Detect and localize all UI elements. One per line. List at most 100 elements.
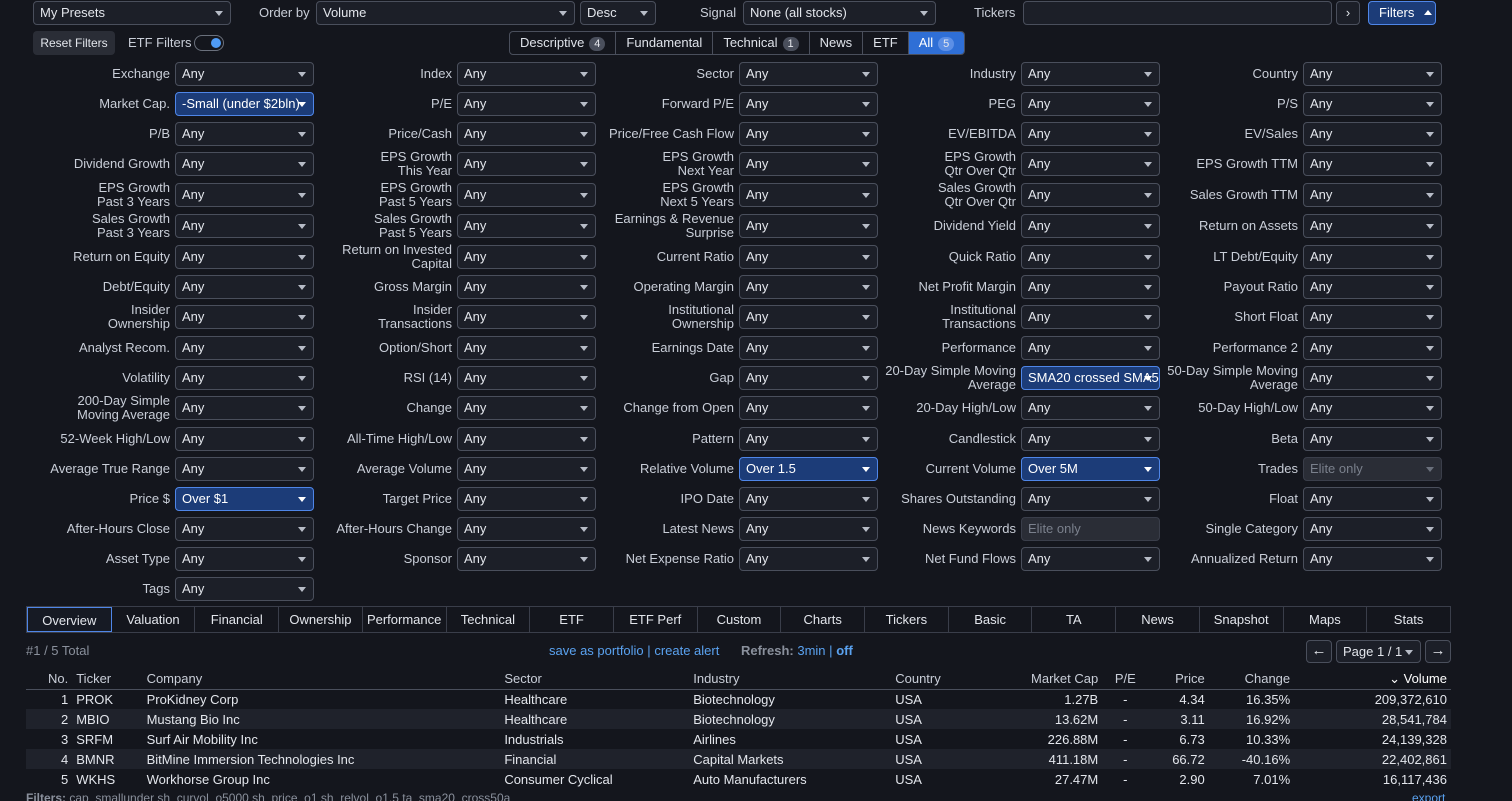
column-header-company[interactable]: Company (142, 669, 501, 690)
view-tab-snapshot[interactable]: Snapshot (1200, 607, 1284, 632)
view-tab-technical[interactable]: Technical (447, 607, 531, 632)
table-row[interactable]: 2 MBIO Mustang Bio Inc Healthcare Biotechnol… (26, 709, 1451, 729)
ticker-link[interactable]: WKHS (72, 769, 142, 789)
filter-label-gap: Gap (709, 370, 734, 385)
next-page-button[interactable]: → (1425, 640, 1451, 663)
table-row[interactable]: 4 BMNR BitMine Immersion Technologies Inc F… (26, 749, 1451, 769)
column-header-sector[interactable]: Sector (500, 669, 690, 690)
tickers-input[interactable] (1023, 1, 1332, 25)
order-direction-select[interactable]: Desc (580, 1, 656, 25)
filter-select-sales-growth-ttm[interactable]: Any (1303, 183, 1442, 207)
table-row[interactable]: 3 SRFM Surf Air Mobility Inc Industrials Air… (26, 729, 1451, 749)
column-header-price[interactable]: Price (1148, 669, 1209, 690)
filter-select-annualized-return[interactable]: Any (1303, 547, 1442, 571)
filter-label-dividend-yield: Dividend Yield (933, 218, 1016, 233)
column-header-label: Change (1244, 671, 1291, 687)
tab-label: ETF (873, 35, 898, 50)
tab-fundamental[interactable]: Fundamental (616, 32, 714, 54)
column-header-p-e[interactable]: P/E (1102, 669, 1149, 690)
page-select[interactable]: Page 1 / 1 (1336, 640, 1421, 663)
view-tab-valuation[interactable]: Valuation (112, 607, 196, 632)
sort-desc-icon: ⌄ (1389, 670, 1404, 686)
view-tab-tickers[interactable]: Tickers (865, 607, 949, 632)
view-tab-performance[interactable]: Performance (363, 607, 447, 632)
filter-select-short-float[interactable]: Any (1303, 305, 1442, 329)
view-tab-etf[interactable]: ETF (530, 607, 614, 632)
view-tab-etf-perf[interactable]: ETF Perf (614, 607, 698, 632)
filter-label-net-expense-ratio: Net Expense Ratio (625, 551, 734, 566)
presets-select[interactable]: My Presets (33, 1, 231, 25)
view-tab-ownership[interactable]: Ownership (279, 607, 363, 632)
view-tab-charts[interactable]: Charts (781, 607, 866, 632)
column-header-volume[interactable]: ⌄ Volume (1294, 669, 1451, 690)
prev-page-button[interactable]: ← (1306, 640, 1332, 663)
column-header-label: Volume (1403, 670, 1447, 686)
market-cap-cell: 226.88M (1047, 731, 1099, 747)
signal-select[interactable]: None (all stocks) (743, 1, 936, 25)
table-row[interactable]: 1 PROK ProKidney Corp Healthcare Biotechnolo… (26, 689, 1451, 709)
filter-label-float: Float (1269, 491, 1298, 506)
column-header-ticker[interactable]: Ticker (72, 669, 143, 690)
table-row[interactable]: 5 WKHS Workhorse Group Inc Consumer Cyclica… (26, 769, 1451, 789)
ticker-link[interactable]: BMNR (72, 749, 143, 769)
market-cap-cell: 27.47M (1054, 771, 1099, 787)
volume-cell: 28,541,784 (1294, 709, 1451, 729)
filter-select-50-day-simple-moving-average[interactable]: Any (1303, 366, 1442, 390)
filter-select-float[interactable]: Any (1303, 487, 1442, 511)
etf-filters-toggle[interactable] (194, 35, 224, 51)
filter-label-after-hours-close: After-Hours Close (66, 521, 170, 536)
create-alert-link[interactable]: create alert (654, 643, 719, 658)
filter-select-country[interactable]: Any (1303, 62, 1442, 86)
filter-select-lt-debt-equity[interactable]: Any (1303, 245, 1442, 269)
save-as-portfolio-link[interactable]: save as portfolio (549, 643, 644, 658)
filter-select-performance-2[interactable]: Any (1303, 336, 1442, 360)
view-tab-overview[interactable]: Overview (27, 607, 112, 632)
filter-label-relative-volume: Relative Volume (640, 461, 734, 476)
filter-select-ev-sales[interactable]: Any (1303, 122, 1442, 146)
tab-descriptive[interactable]: Descriptive 4 (510, 32, 617, 54)
filter-select-return-on-assets[interactable]: Any (1303, 214, 1442, 238)
filter-label-200-day-simple-moving-average: 200-Day Simple Moving Average (77, 393, 170, 422)
company-cell: Workhorse Group Inc (146, 771, 270, 787)
order-by-select[interactable]: Volume (316, 1, 575, 25)
filter-label-current-ratio: Current Ratio (656, 249, 734, 264)
view-tab-stats[interactable]: Stats (1367, 607, 1450, 632)
industry-cell: Capital Markets (689, 749, 892, 769)
ticker-link[interactable]: SRFM (72, 729, 142, 749)
ticker-link[interactable]: MBIO (72, 709, 143, 729)
view-tab-basic[interactable]: Basic (949, 607, 1033, 632)
filter-select-single-category[interactable]: Any (1303, 517, 1442, 541)
filters-toggle-button[interactable]: Filters (1368, 1, 1436, 25)
column-header-change[interactable]: Change (1208, 669, 1295, 690)
filter-select-50-day-high-low[interactable]: Any (1303, 396, 1442, 420)
column-header-industry[interactable]: Industry (689, 669, 892, 690)
view-tab-news[interactable]: News (1116, 607, 1200, 632)
reset-filters-button[interactable]: Reset Filters (33, 31, 115, 55)
view-tab-financial[interactable]: Financial (195, 607, 280, 632)
tab-all[interactable]: All 5 (908, 32, 965, 54)
tickers-go-button[interactable]: › (1336, 1, 1360, 25)
view-tab-maps[interactable]: Maps (1284, 607, 1368, 632)
filter-select-eps-growth-ttm[interactable]: Any (1303, 152, 1442, 176)
export-link[interactable]: export (1412, 791, 1445, 801)
tab-etf[interactable]: ETF (863, 32, 909, 54)
view-tab-ta[interactable]: TA (1032, 607, 1117, 632)
sector-cell: Industrials (504, 731, 564, 747)
separator: | (647, 643, 651, 658)
column-header-label: Sector (504, 671, 542, 687)
filter-select-p-s[interactable]: Any (1303, 92, 1442, 116)
column-header-country[interactable]: Country (891, 669, 1012, 690)
refresh-interval-link[interactable]: 3min (797, 643, 825, 658)
refresh-off-link[interactable]: off (836, 643, 853, 658)
tab-technical[interactable]: Technical 1 (713, 32, 810, 54)
view-tab-custom[interactable]: Custom (698, 607, 782, 632)
column-header-market-cap[interactable]: Market Cap (1011, 669, 1103, 690)
filter-select-beta[interactable]: Any (1303, 427, 1442, 451)
filter-select-payout-ratio[interactable]: Any (1303, 275, 1442, 299)
filter-select-tags[interactable]: Any (175, 577, 314, 601)
ticker-link[interactable]: PROK (72, 689, 142, 709)
filter-label-change: Change (406, 400, 452, 415)
pe-cell: - (1123, 691, 1128, 707)
column-header-no[interactable]: No. (26, 669, 73, 690)
tab-news[interactable]: News (810, 32, 864, 54)
